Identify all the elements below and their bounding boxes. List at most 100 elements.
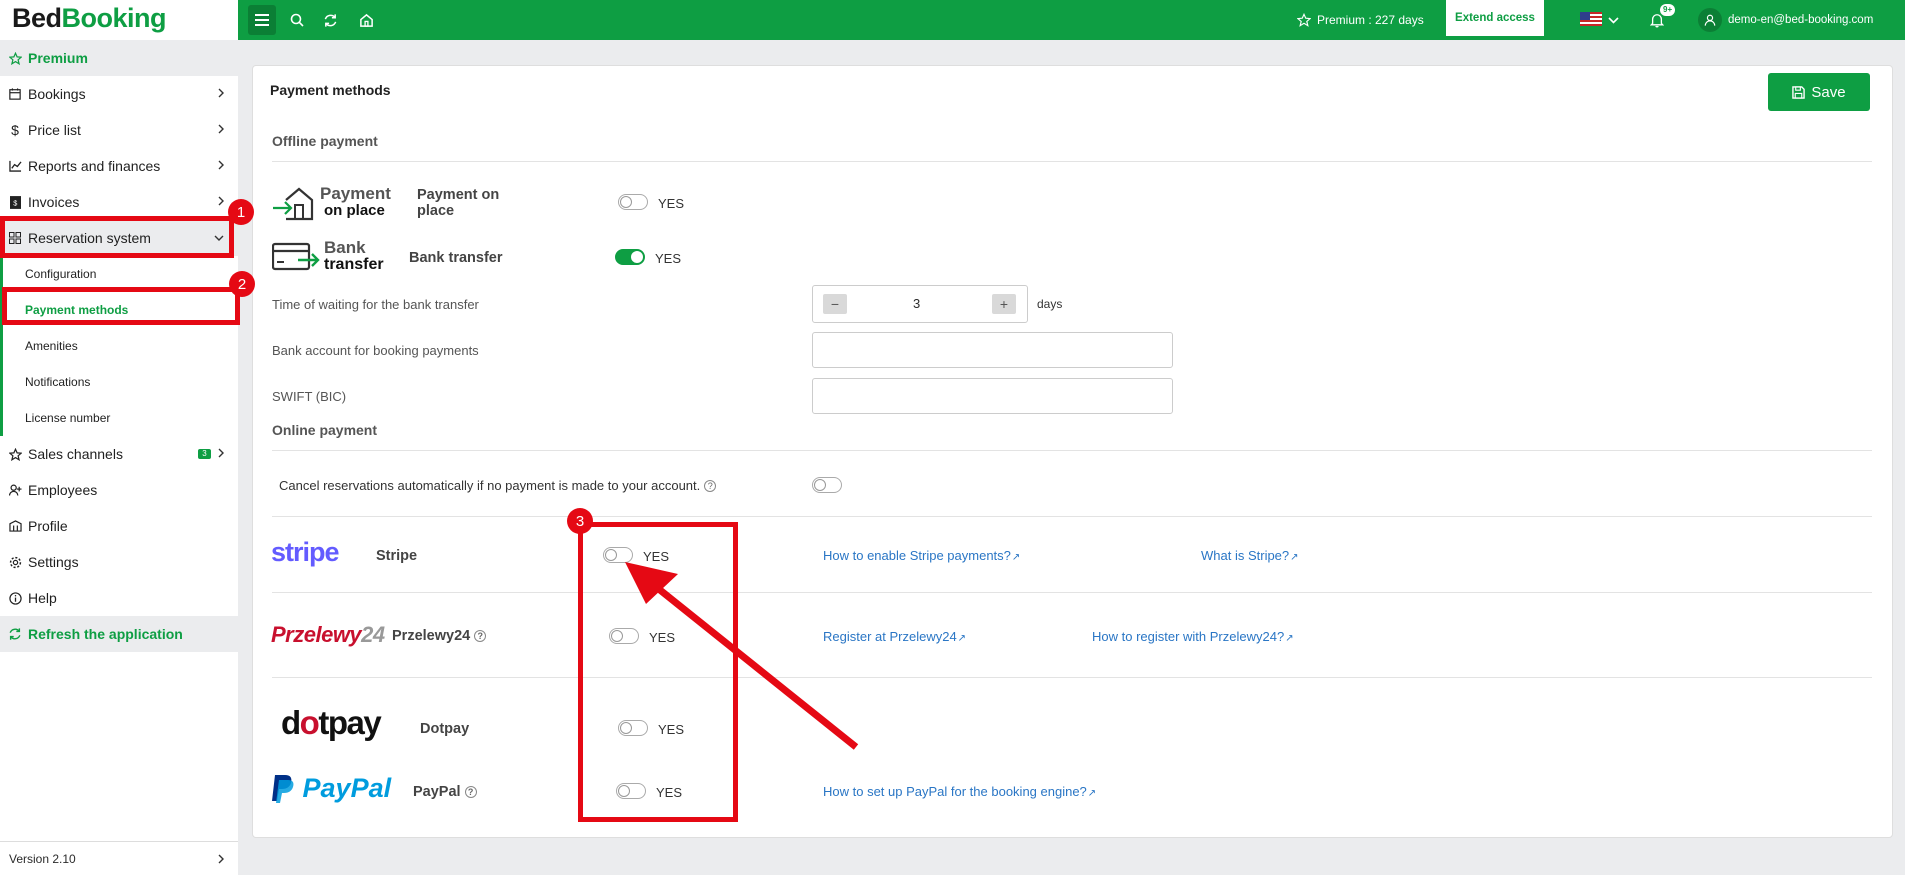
hamburger-menu-button[interactable] <box>248 5 276 35</box>
przelewy24-label: Przelewy24? <box>392 628 487 644</box>
user-email[interactable]: demo-en@bed-booking.com <box>1728 0 1873 40</box>
submenu-item-notifications[interactable]: Notifications <box>25 364 90 400</box>
chevron-right-icon <box>218 124 224 134</box>
divider <box>272 450 1872 451</box>
refresh-button[interactable] <box>320 0 340 40</box>
info-icon <box>8 591 22 605</box>
sales-channels-badge: 3 <box>198 449 211 459</box>
dollar-icon: $ <box>11 122 19 138</box>
sidebar-item-sales-channels[interactable]: Sales channels 3 <box>0 436 238 472</box>
swift-input[interactable] <box>812 378 1173 414</box>
star-icon <box>8 447 22 461</box>
calendar-icon <box>9 88 21 100</box>
sidebar-item-settings[interactable]: Settings <box>0 544 238 580</box>
payment-on-place-logo-text-a: Payment <box>320 184 391 203</box>
sidebar-item-bookings[interactable]: Bookings <box>0 76 238 112</box>
bank-transfer-logo-text-b: transfer <box>324 256 384 273</box>
divider <box>272 677 1872 678</box>
search-button[interactable] <box>287 0 307 40</box>
dotpay-logo-text-c: tpay <box>318 704 381 741</box>
divider <box>272 161 1872 162</box>
sidebar-item-label: Sales channels <box>28 446 123 462</box>
chevron-right-icon <box>218 88 224 98</box>
dotpay-logo-text-b: o <box>299 704 320 741</box>
help-icon[interactable]: ? <box>474 630 487 642</box>
what-is-stripe-link[interactable]: What is Stripe? <box>1201 548 1299 563</box>
hamburger-icon <box>255 14 269 26</box>
logo-text-bed: Bed <box>12 3 62 33</box>
save-button-label: Save <box>1811 83 1846 101</box>
premium-status[interactable]: Premium : 227 days <box>1297 0 1424 40</box>
dotpay-label: Dotpay <box>420 721 470 737</box>
waiting-time-stepper[interactable]: − 3 + <box>812 285 1028 323</box>
annotation-number-2: 2 <box>229 271 255 297</box>
paypal-logo-text-b: Pal <box>350 773 392 803</box>
user-avatar[interactable] <box>1698 8 1722 32</box>
svg-text:$: $ <box>13 198 17 207</box>
bank-account-label: Bank account for booking payments <box>272 343 479 358</box>
help-icon[interactable]: ? <box>464 786 477 798</box>
payment-on-place-toggle[interactable] <box>618 194 648 210</box>
home-button[interactable] <box>356 0 376 40</box>
sidebar-item-label: Price list <box>28 122 81 138</box>
top-bar: BedBooking Premium : 227 days Extend acc… <box>0 0 1905 40</box>
przelewy24-label-text: Przelewy24 <box>392 628 471 644</box>
app-logo[interactable]: BedBooking <box>12 3 167 34</box>
chart-line-icon <box>8 160 22 172</box>
refresh-icon <box>324 13 336 27</box>
sidebar-item-label: Bookings <box>28 86 86 102</box>
version-label: Version 2.10 <box>9 851 76 866</box>
annotation-number-3: 3 <box>567 508 593 534</box>
version-info[interactable]: Version 2.10 <box>0 841 238 875</box>
bank-transfer-logo: Bank transfer <box>272 238 402 278</box>
payment-methods-card: Payment methods Save Offline payment Pay… <box>252 65 1893 838</box>
logo-area: BedBooking <box>0 0 238 40</box>
paypal-logo: PayPal <box>271 773 391 804</box>
przelewy24-logo: Przelewy24 <box>271 622 385 648</box>
annotation-box-1 <box>0 216 234 258</box>
sidebar-item-invoices[interactable]: $ Invoices <box>0 184 238 220</box>
bank-account-input[interactable] <box>812 332 1173 368</box>
submenu-item-license-number[interactable]: License number <box>25 400 110 436</box>
notifications-badge: 9+ <box>1660 4 1676 16</box>
premium-days-text: Premium : 227 days <box>1317 13 1424 27</box>
paypal-setup-link[interactable]: How to set up PayPal for the booking eng… <box>823 784 1096 799</box>
how-register-przelewy24-link[interactable]: How to register with Przelewy24? <box>1092 629 1294 644</box>
page-title: Payment methods <box>270 82 391 98</box>
save-button[interactable]: Save <box>1768 73 1870 111</box>
bank-card-arrow-icon <box>272 242 320 271</box>
home-icon <box>359 13 373 27</box>
bank-transfer-toggle[interactable] <box>615 249 645 265</box>
sidebar-item-profile[interactable]: Profile <box>0 508 238 544</box>
sidebar-item-reports[interactable]: Reports and finances <box>0 148 238 184</box>
extend-access-button[interactable]: Extend access <box>1446 0 1544 36</box>
przelewy24-logo-text-a: Przelewy <box>271 622 362 647</box>
sidebar-item-label: Help <box>28 590 57 606</box>
payment-on-place-logo: Payment on place <box>272 184 402 224</box>
cancel-auto-toggle[interactable] <box>812 477 842 493</box>
sidebar-item-premium[interactable]: Premium <box>0 40 238 76</box>
us-flag-icon[interactable] <box>1580 12 1602 26</box>
star-icon <box>1297 13 1311 27</box>
sidebar-item-employees[interactable]: Employees <box>0 472 238 508</box>
swift-label: SWIFT (BIC) <box>272 389 347 404</box>
przelewy24-logo-text-b: 24 <box>361 622 385 647</box>
sidebar-item-refresh-application[interactable]: Refresh the application <box>0 616 238 652</box>
decrement-button[interactable]: − <box>823 294 847 314</box>
help-icon[interactable]: ? <box>704 480 717 492</box>
search-icon <box>290 13 304 27</box>
gear-icon <box>9 556 21 568</box>
increment-button[interactable]: + <box>992 294 1016 314</box>
sidebar-item-label: Settings <box>28 554 79 570</box>
chevron-right-icon <box>218 160 224 170</box>
invoice-icon: $ <box>9 195 21 209</box>
sidebar-item-help[interactable]: Help <box>0 580 238 616</box>
waiting-time-value[interactable]: 3 <box>913 296 920 311</box>
submenu-item-amenities[interactable]: Amenities <box>25 328 78 364</box>
stripe-label: Stripe <box>376 548 418 564</box>
sidebar-item-label: Refresh the application <box>28 626 183 642</box>
sidebar-item-price-list[interactable]: $ Price list <box>0 112 238 148</box>
bank-transfer-logo-text-a: Bank <box>324 238 366 257</box>
language-dropdown-chevron[interactable] <box>1606 0 1620 40</box>
submenu-reservation-system: Configuration Payment methods Amenities … <box>0 256 238 436</box>
